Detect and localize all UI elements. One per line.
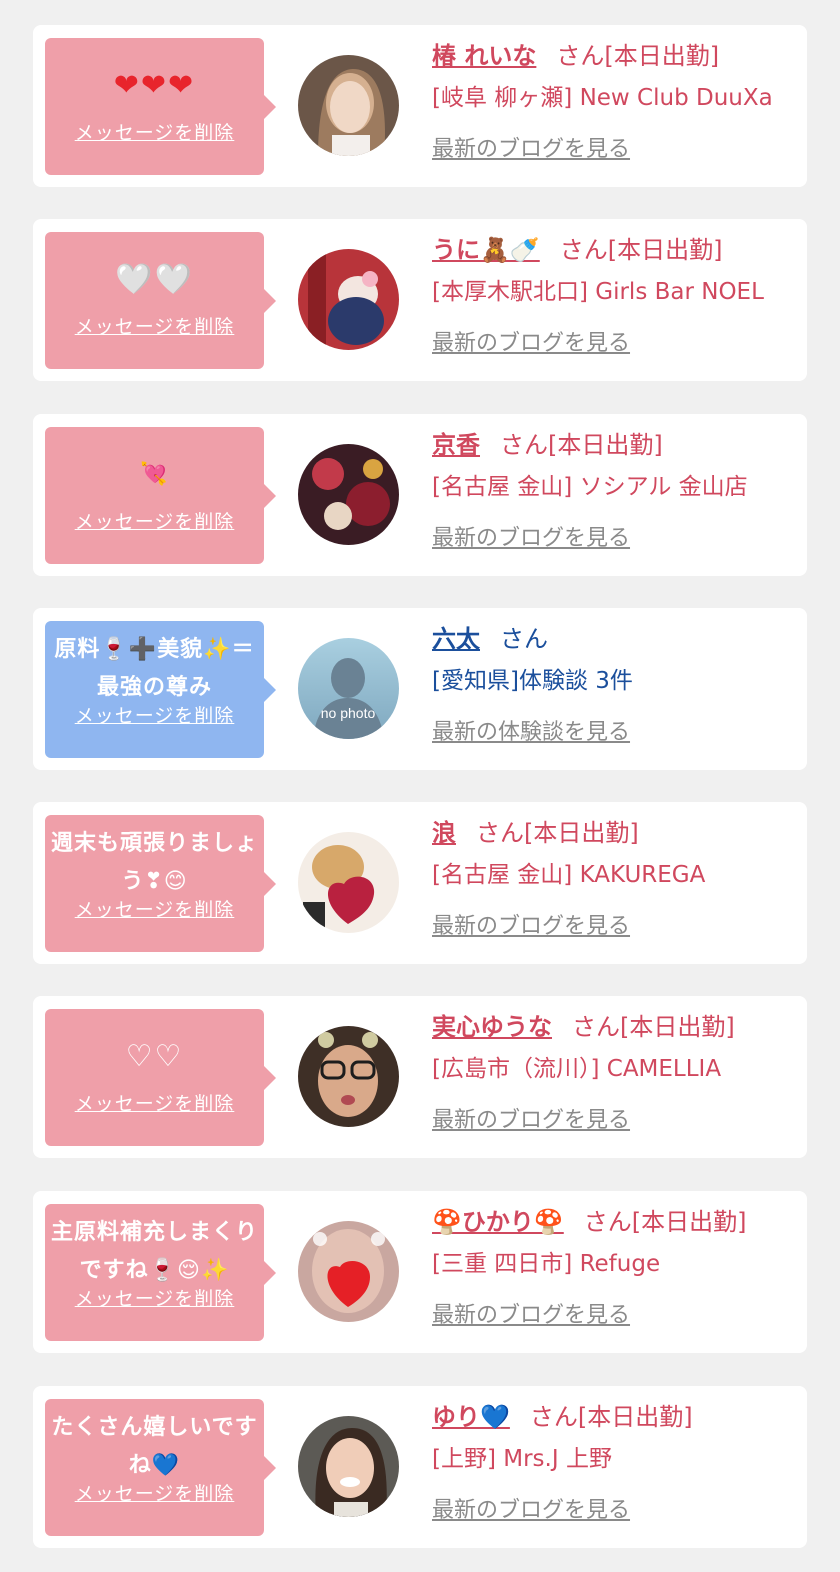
profile-name-link[interactable]: 浪 (432, 819, 456, 847)
message-bubble: 💘 メッセージを削除 (45, 427, 276, 564)
name-row: 京香 さん[本日出勤] (432, 428, 801, 462)
message-card: 💘 メッセージを削除 京香 さん[本日出勤] [名古屋 金山] ソシアル 金山店 … (33, 414, 807, 576)
status-text: さん[本日出勤] (572, 1013, 735, 1041)
message-text: 主原料補充しまくりですね🍷😌✨ (51, 1220, 259, 1283)
avatar[interactable] (298, 444, 399, 545)
latest-blog-link[interactable]: 最新のブログを見る (432, 912, 801, 942)
experience-count: [愛知県]体験談 3件 (432, 668, 633, 694)
profile-info: 浪さん[本日出勤] [名古屋 金山] KAKUREGA 最新のブログを見る (432, 816, 801, 942)
latest-blog-link[interactable]: 最新のブログを見る (432, 1106, 801, 1136)
shop-name: [広島市（流川）] CAMELLIA (432, 1056, 722, 1082)
message-card: 主原料補充しまくりですね🍷😌✨ メッセージを削除 🍄ひかり🍄 さん[本日出勤] [… (33, 1191, 807, 1353)
shop-name: [本厚木駅北口] Girls Bar NOEL (432, 279, 764, 305)
status-text: さん[本日出勤] (500, 431, 663, 459)
name-row: 🍄ひかり🍄 さん[本日出勤] (432, 1205, 801, 1239)
message-bubble: 🤍🤍 メッセージを削除 (45, 232, 276, 369)
status-text: さん (500, 625, 548, 653)
shop-name: [名古屋 金山] KAKUREGA (432, 862, 706, 888)
profile-info: 京香 さん[本日出勤] [名古屋 金山] ソシアル 金山店 最新のブログを見る (432, 428, 801, 554)
message-card: たくさん嬉しいですね💙 メッセージを削除 ゆり💙 さん[本日出勤] [上野] Mr… (33, 1386, 807, 1548)
name-row: 実心ゆうな さん[本日出勤] (432, 1010, 801, 1044)
profile-name-link[interactable]: 🍄ひかり🍄 (432, 1208, 564, 1236)
message-text: 週末も頑張りましょう❣😊 (51, 831, 259, 894)
delete-message-link[interactable]: メッセージを削除 (45, 701, 264, 728)
profile-name-link[interactable]: 椿 れいな (432, 42, 536, 70)
profile-info: 実心ゆうな さん[本日出勤] [広島市（流川）] CAMELLIA 最新のブログを… (432, 1010, 801, 1136)
message-text: たくさん嬉しいですね💙 (51, 1415, 258, 1478)
message-card: ❤❤❤ メッセージを削除 椿 れいな さん[本日出勤] [岐阜 柳ヶ瀬] New … (33, 25, 807, 187)
name-row: 浪さん[本日出勤] (432, 816, 801, 850)
latest-blog-link[interactable]: 最新のブログを見る (432, 524, 801, 554)
message-list: ❤❤❤ メッセージを削除 椿 れいな さん[本日出勤] [岐阜 柳ヶ瀬] New … (0, 0, 840, 1572)
avatar[interactable] (298, 832, 399, 933)
message-bubble: ♡♡ メッセージを削除 (45, 1009, 276, 1146)
message-text: 💘 (140, 462, 169, 487)
avatar[interactable] (298, 1221, 399, 1322)
no-photo-label: no photo (321, 705, 376, 721)
status-text: さん[本日出勤] (556, 42, 720, 70)
status-text: さん[本日出勤] (529, 1403, 693, 1431)
message-card: 🤍🤍 メッセージを削除 うに🧸🍼 さん[本日出勤] [本厚木駅北口] Girls … (33, 219, 807, 381)
profile-name-link[interactable]: 六太 (432, 625, 480, 653)
avatar[interactable] (298, 1416, 399, 1517)
profile-info: 🍄ひかり🍄 さん[本日出勤] [三重 四日市] Refuge 最新のブログを見る (432, 1205, 801, 1331)
message-card: 週末も頑張りましょう❣😊 メッセージを削除 浪さん[本日出勤] [名古屋 金山]… (33, 802, 807, 964)
name-row: うに🧸🍼 さん[本日出勤] (432, 233, 801, 267)
profile-name-link[interactable]: 実心ゆうな (432, 1013, 552, 1041)
message-text: ♡♡ (125, 1039, 184, 1074)
delete-message-link[interactable]: メッセージを削除 (45, 118, 264, 145)
delete-message-link[interactable]: メッセージを削除 (45, 895, 264, 922)
name-row: 六太 さん (432, 622, 801, 656)
latest-blog-link[interactable]: 最新のブログを見る (432, 1496, 801, 1526)
shop-name: [三重 四日市] Refuge (432, 1251, 661, 1277)
profile-name-link[interactable]: 京香 (432, 431, 480, 459)
delete-message-link[interactable]: メッセージを削除 (45, 1479, 264, 1506)
profile-info: うに🧸🍼 さん[本日出勤] [本厚木駅北口] Girls Bar NOEL 最新の… (432, 233, 801, 359)
shop-name: [名古屋 金山] ソシアル 金山店 (432, 474, 748, 500)
latest-blog-link[interactable]: 最新のブログを見る (432, 1301, 801, 1331)
avatar[interactable]: no photo (298, 638, 399, 739)
latest-review-link[interactable]: 最新の体験談を見る (432, 718, 801, 748)
message-text: 原料🍷➕美貌✨＝最強の尊み (54, 637, 255, 700)
profile-info: ゆり💙 さん[本日出勤] [上野] Mrs.J 上野 最新のブログを見る (432, 1400, 801, 1526)
message-text: ❤❤❤ (113, 68, 196, 103)
message-bubble: 週末も頑張りましょう❣😊 メッセージを削除 (45, 815, 276, 952)
shop-name: [岐阜 柳ヶ瀬] New Club DuuXa (432, 85, 773, 111)
message-card: ♡♡ メッセージを削除 実心ゆうな さん[本日出勤] [広島市（流川）] CAME… (33, 996, 807, 1158)
avatar[interactable] (298, 249, 399, 350)
status-text: さん[本日出勤] (476, 819, 639, 847)
delete-message-link[interactable]: メッセージを削除 (45, 312, 264, 339)
message-bubble: 主原料補充しまくりですね🍷😌✨ メッセージを削除 (45, 1204, 276, 1341)
message-text: 🤍🤍 (115, 262, 194, 297)
delete-message-link[interactable]: メッセージを削除 (45, 1089, 264, 1116)
profile-name-link[interactable]: ゆり💙 (432, 1403, 510, 1431)
avatar[interactable] (298, 1026, 399, 1127)
status-text: さん[本日出勤] (583, 1208, 747, 1236)
message-bubble: 原料🍷➕美貌✨＝最強の尊み メッセージを削除 (45, 621, 276, 758)
profile-name-link[interactable]: うに🧸🍼 (432, 236, 540, 264)
message-card: 原料🍷➕美貌✨＝最強の尊み メッセージを削除 no photo 六太 さん [愛… (33, 608, 807, 770)
delete-message-link[interactable]: メッセージを削除 (45, 507, 264, 534)
message-bubble: ❤❤❤ メッセージを削除 (45, 38, 276, 175)
name-row: 椿 れいな さん[本日出勤] (432, 39, 801, 73)
profile-info: 六太 さん [愛知県]体験談 3件 最新の体験談を見る (432, 622, 801, 748)
latest-blog-link[interactable]: 最新のブログを見る (432, 135, 801, 165)
latest-blog-link[interactable]: 最新のブログを見る (432, 329, 801, 359)
avatar[interactable] (298, 55, 399, 156)
name-row: ゆり💙 さん[本日出勤] (432, 1400, 801, 1434)
delete-message-link[interactable]: メッセージを削除 (45, 1284, 264, 1311)
message-bubble: たくさん嬉しいですね💙 メッセージを削除 (45, 1399, 276, 1536)
profile-info: 椿 れいな さん[本日出勤] [岐阜 柳ヶ瀬] New Club DuuXa 最新… (432, 39, 801, 165)
shop-name: [上野] Mrs.J 上野 (432, 1446, 612, 1472)
status-text: さん[本日出勤] (559, 236, 723, 264)
